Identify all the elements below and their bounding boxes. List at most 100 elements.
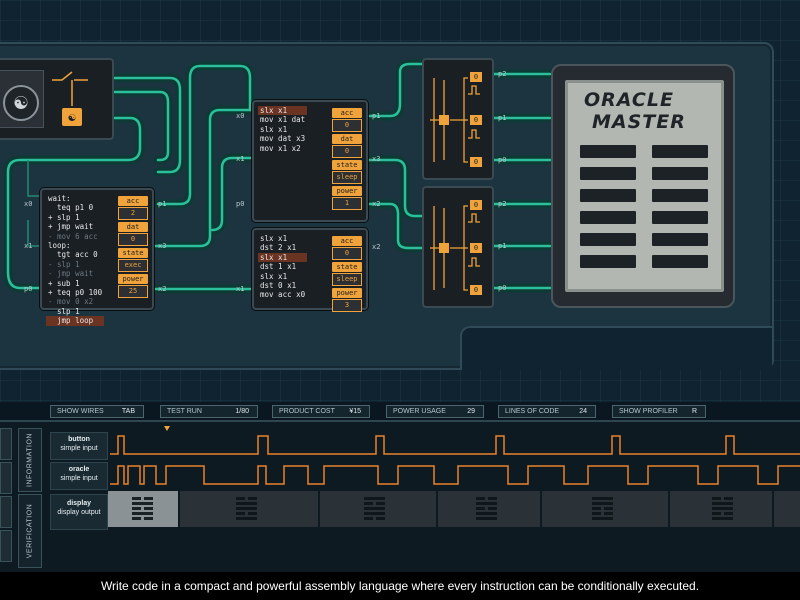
register-value: 25 — [118, 285, 148, 298]
side-button[interactable] — [0, 428, 12, 460]
register-label: power — [332, 186, 362, 196]
pin-label: p0 — [498, 284, 507, 292]
gate-value: 0 — [470, 285, 482, 295]
row-type: display output — [57, 509, 101, 516]
side-button[interactable] — [0, 462, 12, 494]
status-label: PRODUCT COST — [279, 408, 335, 415]
logic-gate-bottom[interactable]: 0 0 0 — [422, 186, 494, 308]
pin-label: x3 — [372, 155, 381, 163]
code-line[interactable]: + jmp wait — [46, 222, 104, 231]
code-line[interactable]: mov x1 x2 — [258, 144, 307, 153]
status-value: 29 — [467, 408, 475, 415]
code-line[interactable]: dst 1 x1 — [258, 262, 307, 271]
code-line[interactable]: - mov 6 acc — [46, 232, 104, 241]
hexagram-line — [580, 255, 636, 268]
pin-label: p1 — [158, 200, 167, 208]
code-line[interactable]: mov x1 dat — [258, 115, 307, 124]
logic-gate-top[interactable]: 0 0 0 — [422, 58, 494, 180]
registers-a: acc 2 dat 0 state exec power 25 — [118, 196, 148, 300]
code-line[interactable]: slx x1 — [258, 252, 308, 263]
code-line[interactable]: wait: — [46, 194, 104, 203]
code-editor-a[interactable]: wait: teq p1 0 + slp 1 + jmp wait - mov 6 a… — [46, 194, 105, 326]
tab-label: INFORMATION — [26, 433, 34, 487]
register-label: dat — [332, 134, 362, 144]
register-label: state — [118, 248, 148, 258]
register-label: acc — [332, 236, 362, 246]
circuit-board[interactable]: ☯ ☯ wait: teq p1 0 + slp 1 + jmp wait - mov… — [0, 0, 800, 402]
pin-label: x3 — [158, 242, 167, 250]
row-label-oracle: oracle simple input — [50, 462, 108, 490]
pin-label: x0 — [24, 200, 33, 208]
test-run-indicator: TEST RUN 1/80 — [160, 405, 258, 418]
register-value: 3 — [332, 299, 362, 312]
chip-c[interactable]: slx x1 dst 2 x1 slx x1 dst 1 x1 slx x1 dst 0 … — [252, 228, 368, 312]
hexagram-line — [652, 233, 708, 246]
code-line[interactable]: jmp loop — [46, 316, 105, 326]
side-button[interactable] — [0, 496, 12, 528]
code-line[interactable]: slx x1 — [258, 272, 307, 281]
code-line[interactable]: - slp 1 — [46, 260, 104, 269]
code-line[interactable]: + slp 1 — [46, 213, 104, 222]
row-name: button — [68, 436, 90, 443]
register-value: 0 — [332, 247, 362, 260]
oracle-master-device[interactable]: ORACLE MASTER — [551, 64, 735, 308]
code-line[interactable]: loop: — [46, 241, 104, 250]
code-line[interactable]: slp 1 — [46, 307, 104, 316]
gate-value: 0 — [470, 115, 482, 125]
code-line[interactable]: + sub 1 — [46, 279, 104, 288]
code-line[interactable]: slx x1 — [258, 106, 308, 116]
pin-label: x1 — [236, 155, 245, 163]
oracle-title-line2: MASTER — [592, 111, 686, 133]
hexagram-line — [652, 255, 708, 268]
code-editor-b[interactable]: slx x1 mov x1 dat slx x1 mov dat x3 mov x1 x… — [258, 106, 308, 153]
pin-label: x1 — [24, 242, 33, 250]
simulation-panel: INFORMATION VERIFICATION button simple i… — [0, 420, 800, 574]
code-line[interactable]: mov dat x3 — [258, 134, 307, 143]
register-label: dat — [118, 222, 148, 232]
register-value: 0 — [332, 145, 362, 158]
row-label-display: display display output — [50, 494, 108, 530]
code-line[interactable]: dst 2 x1 — [258, 243, 307, 252]
waveform-traces — [110, 426, 800, 485]
pin-label: p1 — [498, 242, 507, 250]
code-line[interactable]: + teq p0 100 — [46, 288, 104, 297]
status-label: LINES OF CODE — [505, 408, 560, 415]
register-label: acc — [118, 196, 148, 206]
tab-information[interactable]: INFORMATION — [18, 428, 42, 492]
register-value: exec — [118, 259, 148, 272]
status-label: TEST RUN — [167, 408, 202, 415]
code-line[interactable]: teq p1 0 — [46, 203, 104, 212]
register-value: sleep — [332, 171, 362, 184]
gate-value: 0 — [470, 157, 482, 167]
chip-a[interactable]: wait: teq p1 0 + slp 1 + jmp wait - mov 6 a… — [40, 188, 154, 326]
yin-yang-switch-icon[interactable]: ☯ — [62, 108, 82, 126]
show-profiler-button[interactable]: SHOW PROFILER R — [612, 405, 706, 418]
tab-verification[interactable]: VERIFICATION — [18, 494, 42, 568]
row-type: simple input — [60, 475, 98, 482]
status-label: SHOW PROFILER — [619, 408, 678, 415]
hexagram-line — [580, 211, 636, 224]
show-wires-button[interactable]: SHOW WIRES TAB — [50, 405, 144, 418]
hexagram-line — [652, 189, 708, 202]
power-usage-indicator: POWER USAGE 29 — [386, 405, 484, 418]
code-editor-c[interactable]: slx x1 dst 2 x1 slx x1 dst 1 x1 slx x1 dst 0 … — [258, 234, 308, 300]
register-label: acc — [332, 108, 362, 118]
input-chip[interactable]: ☯ ☯ — [0, 58, 114, 140]
pin-label: x1 — [236, 285, 245, 293]
side-button[interactable] — [0, 530, 12, 562]
code-line[interactable]: dst 0 x1 — [258, 281, 307, 290]
row-label-button: button simple input — [50, 432, 108, 460]
hexagram-line — [652, 167, 708, 180]
code-line[interactable]: slx x1 — [258, 234, 307, 243]
oracle-title: ORACLE MASTER — [584, 89, 686, 133]
status-value: TAB — [121, 408, 135, 415]
hexagram-line — [580, 189, 636, 202]
register-value: sleep — [332, 273, 362, 286]
code-line[interactable]: mov acc x0 — [258, 290, 307, 299]
code-line[interactable]: tgt acc 0 — [46, 250, 104, 259]
code-line[interactable]: - jmp wait — [46, 269, 104, 278]
code-line[interactable]: slx x1 — [258, 125, 307, 134]
code-line[interactable]: - mov 0 x2 — [46, 297, 104, 306]
chip-b[interactable]: slx x1 mov x1 dat slx x1 mov dat x3 mov x1 x… — [252, 100, 368, 222]
row-type: simple input — [60, 445, 98, 452]
